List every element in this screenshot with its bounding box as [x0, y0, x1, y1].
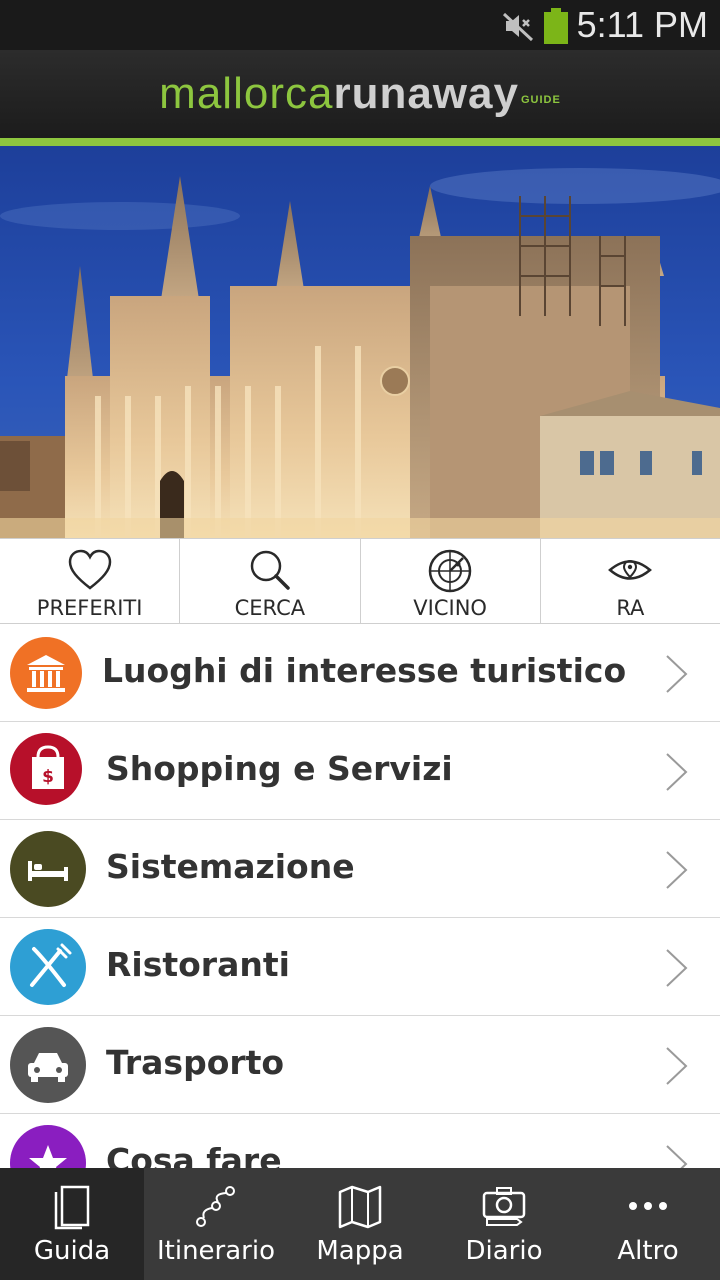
restaurants-icon-circle: [10, 929, 86, 1005]
logo-text-runaway: runaway: [333, 69, 519, 118]
shopping-icon-circle: $: [10, 733, 82, 805]
heart-icon: [68, 549, 111, 590]
status-bar: 5:11 PM: [0, 0, 720, 50]
list-item-things-to-do[interactable]: Cosa fare: [0, 1114, 720, 1168]
search-icon: [250, 550, 290, 590]
nav-map[interactable]: Mappa: [288, 1168, 432, 1280]
list-item-sights[interactable]: Luoghi di interesse turistico: [0, 624, 720, 722]
camera-icon: [482, 1187, 526, 1226]
nav-more[interactable]: Altro: [576, 1168, 720, 1280]
chevron-right-icon: [666, 753, 688, 791]
bottom-navigation: Guida Itinerario Mappa Diario Altro: [0, 1168, 720, 1280]
category-list: Luoghi di interesse turistico $ Shopping…: [0, 624, 720, 1168]
mute-icon: [502, 12, 534, 42]
radar-icon: [428, 549, 472, 593]
museum-icon: [27, 655, 65, 692]
chevron-right-icon: [666, 949, 688, 987]
sights-icon-circle: [10, 637, 82, 709]
battery-icon: [544, 8, 568, 44]
sights-label: Luoghi di interesse turistico: [102, 651, 627, 690]
nav-diary-label: Diario: [465, 1236, 543, 1266]
nearby-label: VICINO: [413, 596, 487, 620]
chevron-right-icon: [666, 1145, 688, 1168]
chevron-right-icon: [666, 1047, 688, 1085]
restaurants-label: Ristoranti: [106, 945, 290, 984]
svg-text:$: $: [42, 767, 54, 787]
nav-itinerary-label: Itinerario: [156, 1236, 275, 1266]
augmented-reality-label: RA: [616, 596, 645, 620]
car-icon: [28, 1053, 68, 1082]
favorites-label: PREFERITI: [36, 596, 143, 620]
list-item-restaurants[interactable]: Ristoranti: [0, 918, 720, 1016]
list-item-transport[interactable]: Trasporto: [0, 1016, 720, 1114]
book-icon: [54, 1185, 90, 1230]
header-accent-line: [0, 138, 720, 146]
list-item-accommodation[interactable]: Sistemazione: [0, 820, 720, 918]
search-button[interactable]: CERCA: [180, 539, 361, 623]
nav-diary[interactable]: Diario: [432, 1168, 576, 1280]
hero-image: [0, 146, 720, 538]
nav-guide[interactable]: Guida: [0, 1168, 144, 1280]
app-logo: mallorcarunaway GUIDE: [0, 68, 720, 120]
logo-text-guide: GUIDE: [520, 94, 561, 106]
clock: 5:11 PM: [576, 4, 708, 45]
fork-knife-icon: [30, 943, 72, 987]
nav-guide-label: Guida: [33, 1236, 111, 1266]
list-item-shopping[interactable]: $ Shopping e Servizi: [0, 722, 720, 820]
quick-actions-bar: PREFERITI CERCA VICINO RA: [0, 538, 720, 624]
route-icon: [196, 1186, 235, 1227]
star-icon: [29, 1145, 67, 1168]
shopping-bag-icon: $: [32, 745, 64, 789]
things-to-do-label: Cosa fare: [106, 1141, 282, 1168]
nearby-button[interactable]: VICINO: [361, 539, 541, 623]
favorites-button[interactable]: PREFERITI: [0, 539, 181, 623]
search-label: CERCA: [234, 596, 306, 620]
chevron-right-icon: [666, 851, 688, 889]
chevron-right-icon: [666, 655, 688, 693]
things-to-do-icon-circle: [10, 1125, 86, 1168]
eye-location-icon: [608, 559, 653, 580]
logo-text-mallorca: mallorca: [159, 69, 334, 118]
transport-label: Trasporto: [106, 1043, 285, 1082]
nav-map-label: Mappa: [316, 1236, 404, 1266]
map-icon: [338, 1185, 382, 1229]
augmented-reality-button[interactable]: RA: [541, 539, 720, 623]
nav-itinerary[interactable]: Itinerario: [144, 1168, 288, 1280]
transport-icon-circle: [10, 1027, 86, 1103]
app-header: mallorcarunaway GUIDE: [0, 50, 720, 138]
bed-icon: [28, 861, 68, 881]
accommodation-label: Sistemazione: [106, 847, 355, 886]
shopping-label: Shopping e Servizi: [106, 749, 453, 788]
nav-more-label: Altro: [617, 1236, 679, 1266]
accommodation-icon-circle: [10, 831, 86, 907]
more-icon: [629, 1202, 667, 1210]
